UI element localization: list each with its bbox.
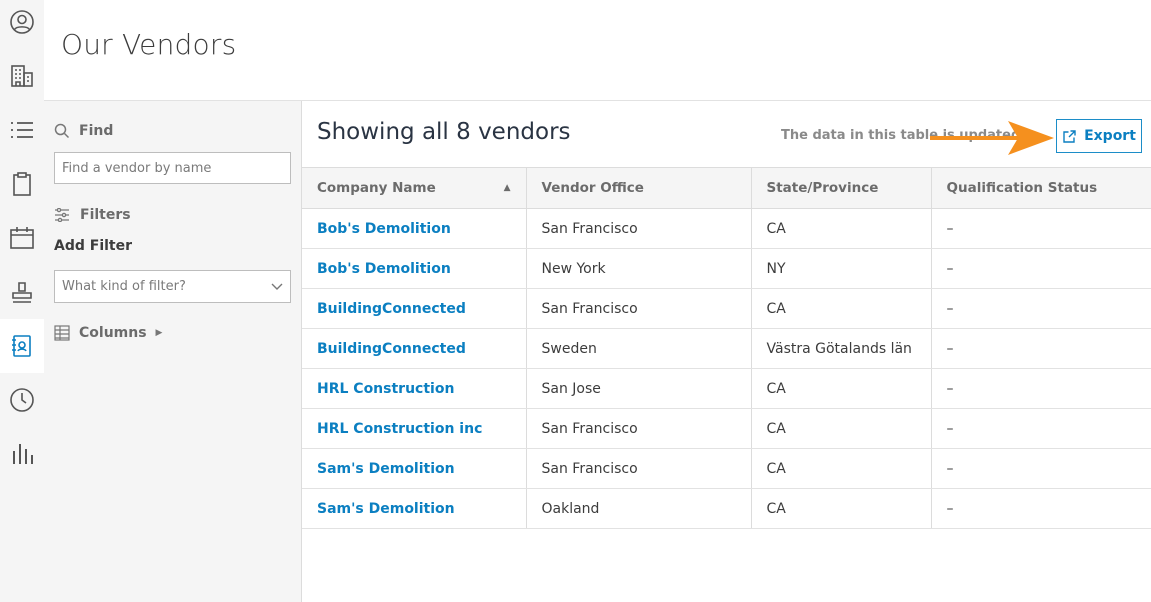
state-province-cell: Västra Götalands län bbox=[750, 328, 931, 369]
vendor-search-input[interactable] bbox=[54, 152, 291, 184]
page-header: Our Vendors bbox=[44, 0, 1151, 101]
rail-item-tasks[interactable] bbox=[0, 157, 44, 211]
filter-select-placeholder: What kind of filter? bbox=[62, 279, 186, 294]
sort-ascending-icon: ▲ bbox=[503, 183, 511, 193]
rail-item-calendar[interactable] bbox=[0, 211, 44, 265]
state-province-cell: NY bbox=[750, 248, 931, 289]
company-name-link[interactable]: Sam's Demolition bbox=[302, 488, 526, 529]
rail-item-profile[interactable] bbox=[0, 0, 44, 49]
filter-type-select[interactable]: What kind of filter? bbox=[54, 270, 291, 303]
search-icon bbox=[54, 123, 70, 139]
vendor-office-cell: Oakland bbox=[525, 488, 751, 529]
chevron-down-icon bbox=[271, 283, 283, 290]
state-province-cell: CA bbox=[750, 208, 931, 249]
vendor-office-cell: San Jose bbox=[525, 368, 751, 409]
rail-item-analytics[interactable] bbox=[0, 427, 44, 481]
table-row[interactable]: BuildingConnected Sweden Västra Götalands … bbox=[302, 328, 1151, 369]
qualification-status-cell: – bbox=[930, 368, 1151, 409]
list-icon bbox=[11, 122, 33, 138]
find-section-label: Find bbox=[54, 123, 113, 139]
vendor-office-cell: New York bbox=[525, 248, 751, 289]
add-filter-heading: Add Filter bbox=[54, 238, 133, 254]
vendor-office-cell: Sweden bbox=[525, 328, 751, 369]
table-row[interactable]: BuildingConnected San Francisco CA – bbox=[302, 288, 1151, 329]
external-link-icon bbox=[1063, 129, 1076, 143]
stamp-icon bbox=[12, 282, 32, 303]
rail-item-vendors[interactable] bbox=[0, 319, 44, 373]
vendor-list-panel: Showing all 8 vendors The data in this t… bbox=[302, 101, 1151, 602]
results-count-heading: Showing all 8 vendors bbox=[317, 119, 571, 145]
clipboard-icon bbox=[13, 172, 31, 196]
clock-icon bbox=[10, 388, 34, 412]
qualification-status-cell: – bbox=[930, 448, 1151, 489]
rail-item-approvals[interactable] bbox=[0, 265, 44, 319]
vendor-book-icon bbox=[12, 335, 31, 357]
vendor-office-cell: San Francisco bbox=[525, 448, 751, 489]
calendar-icon bbox=[10, 227, 34, 249]
columns-label-text: Columns bbox=[79, 325, 147, 341]
vendor-table: Company Name ▲ Vendor Office State/Provin… bbox=[302, 167, 1151, 529]
sliders-icon bbox=[55, 208, 69, 222]
export-button[interactable]: Export bbox=[1056, 119, 1142, 153]
find-label-text: Find bbox=[79, 123, 114, 139]
table-row[interactable]: Bob's Demolition New York NY – bbox=[302, 248, 1151, 289]
table-header-row: Company Name ▲ Vendor Office State/Provin… bbox=[302, 167, 1151, 209]
state-province-cell: CA bbox=[750, 488, 931, 529]
vendor-office-cell: San Francisco bbox=[525, 408, 751, 449]
company-name-link[interactable]: Bob's Demolition bbox=[302, 248, 526, 289]
company-name-link[interactable]: Bob's Demolition bbox=[302, 208, 526, 249]
qualification-status-cell: – bbox=[930, 208, 1151, 249]
state-province-cell: CA bbox=[750, 368, 931, 409]
table-row[interactable]: HRL Construction inc San Francisco CA – bbox=[302, 408, 1151, 449]
company-name-link[interactable]: BuildingConnected bbox=[302, 328, 526, 369]
table-row[interactable]: Bob's Demolition San Francisco CA – bbox=[302, 208, 1151, 249]
rail-item-history[interactable] bbox=[0, 373, 44, 427]
rail-item-list[interactable] bbox=[0, 103, 44, 157]
qualification-status-cell: – bbox=[930, 288, 1151, 329]
bar-chart-icon bbox=[13, 444, 33, 464]
vendor-office-cell: San Francisco bbox=[525, 288, 751, 329]
rail-item-companies[interactable] bbox=[0, 49, 44, 103]
company-name-link[interactable]: Sam's Demolition bbox=[302, 448, 526, 489]
qualification-status-cell: – bbox=[930, 488, 1151, 529]
column-header-state[interactable]: State/Province bbox=[750, 167, 931, 209]
column-header-company[interactable]: Company Name ▲ bbox=[302, 167, 526, 209]
filters-section-label: Filters bbox=[54, 207, 131, 223]
column-header-office[interactable]: Vendor Office bbox=[525, 167, 751, 209]
columns-toggle[interactable]: Columns ▶ bbox=[54, 325, 162, 341]
vendor-office-cell: San Francisco bbox=[525, 208, 751, 249]
company-name-link[interactable]: HRL Construction inc bbox=[302, 408, 526, 449]
state-province-cell: CA bbox=[750, 408, 931, 449]
state-province-cell: CA bbox=[750, 288, 931, 329]
filters-label-text: Filters bbox=[80, 207, 131, 223]
filter-sidebar: Find Filters Add Filter What kind of fil… bbox=[44, 101, 302, 602]
annotation-arrow-icon bbox=[930, 121, 1054, 155]
table-row[interactable]: Sam's Demolition Oakland CA – bbox=[302, 488, 1151, 529]
building-icon bbox=[11, 65, 33, 87]
qualification-status-cell: – bbox=[930, 248, 1151, 289]
icon-rail bbox=[0, 0, 44, 602]
table-row[interactable]: HRL Construction San Jose CA – bbox=[302, 368, 1151, 409]
company-name-link[interactable]: HRL Construction bbox=[302, 368, 526, 409]
table-columns-icon bbox=[54, 325, 70, 341]
user-circle-icon bbox=[10, 10, 34, 34]
column-header-qualification[interactable]: Qualification Status bbox=[930, 167, 1151, 209]
page-title: Our Vendors bbox=[61, 28, 237, 61]
qualification-status-cell: – bbox=[930, 328, 1151, 369]
caret-right-icon: ▶ bbox=[155, 328, 163, 338]
company-name-link[interactable]: BuildingConnected bbox=[302, 288, 526, 329]
table-row[interactable]: Sam's Demolition San Francisco CA – bbox=[302, 448, 1151, 489]
state-province-cell: CA bbox=[750, 448, 931, 489]
export-label: Export bbox=[1084, 128, 1136, 144]
qualification-status-cell: – bbox=[930, 408, 1151, 449]
